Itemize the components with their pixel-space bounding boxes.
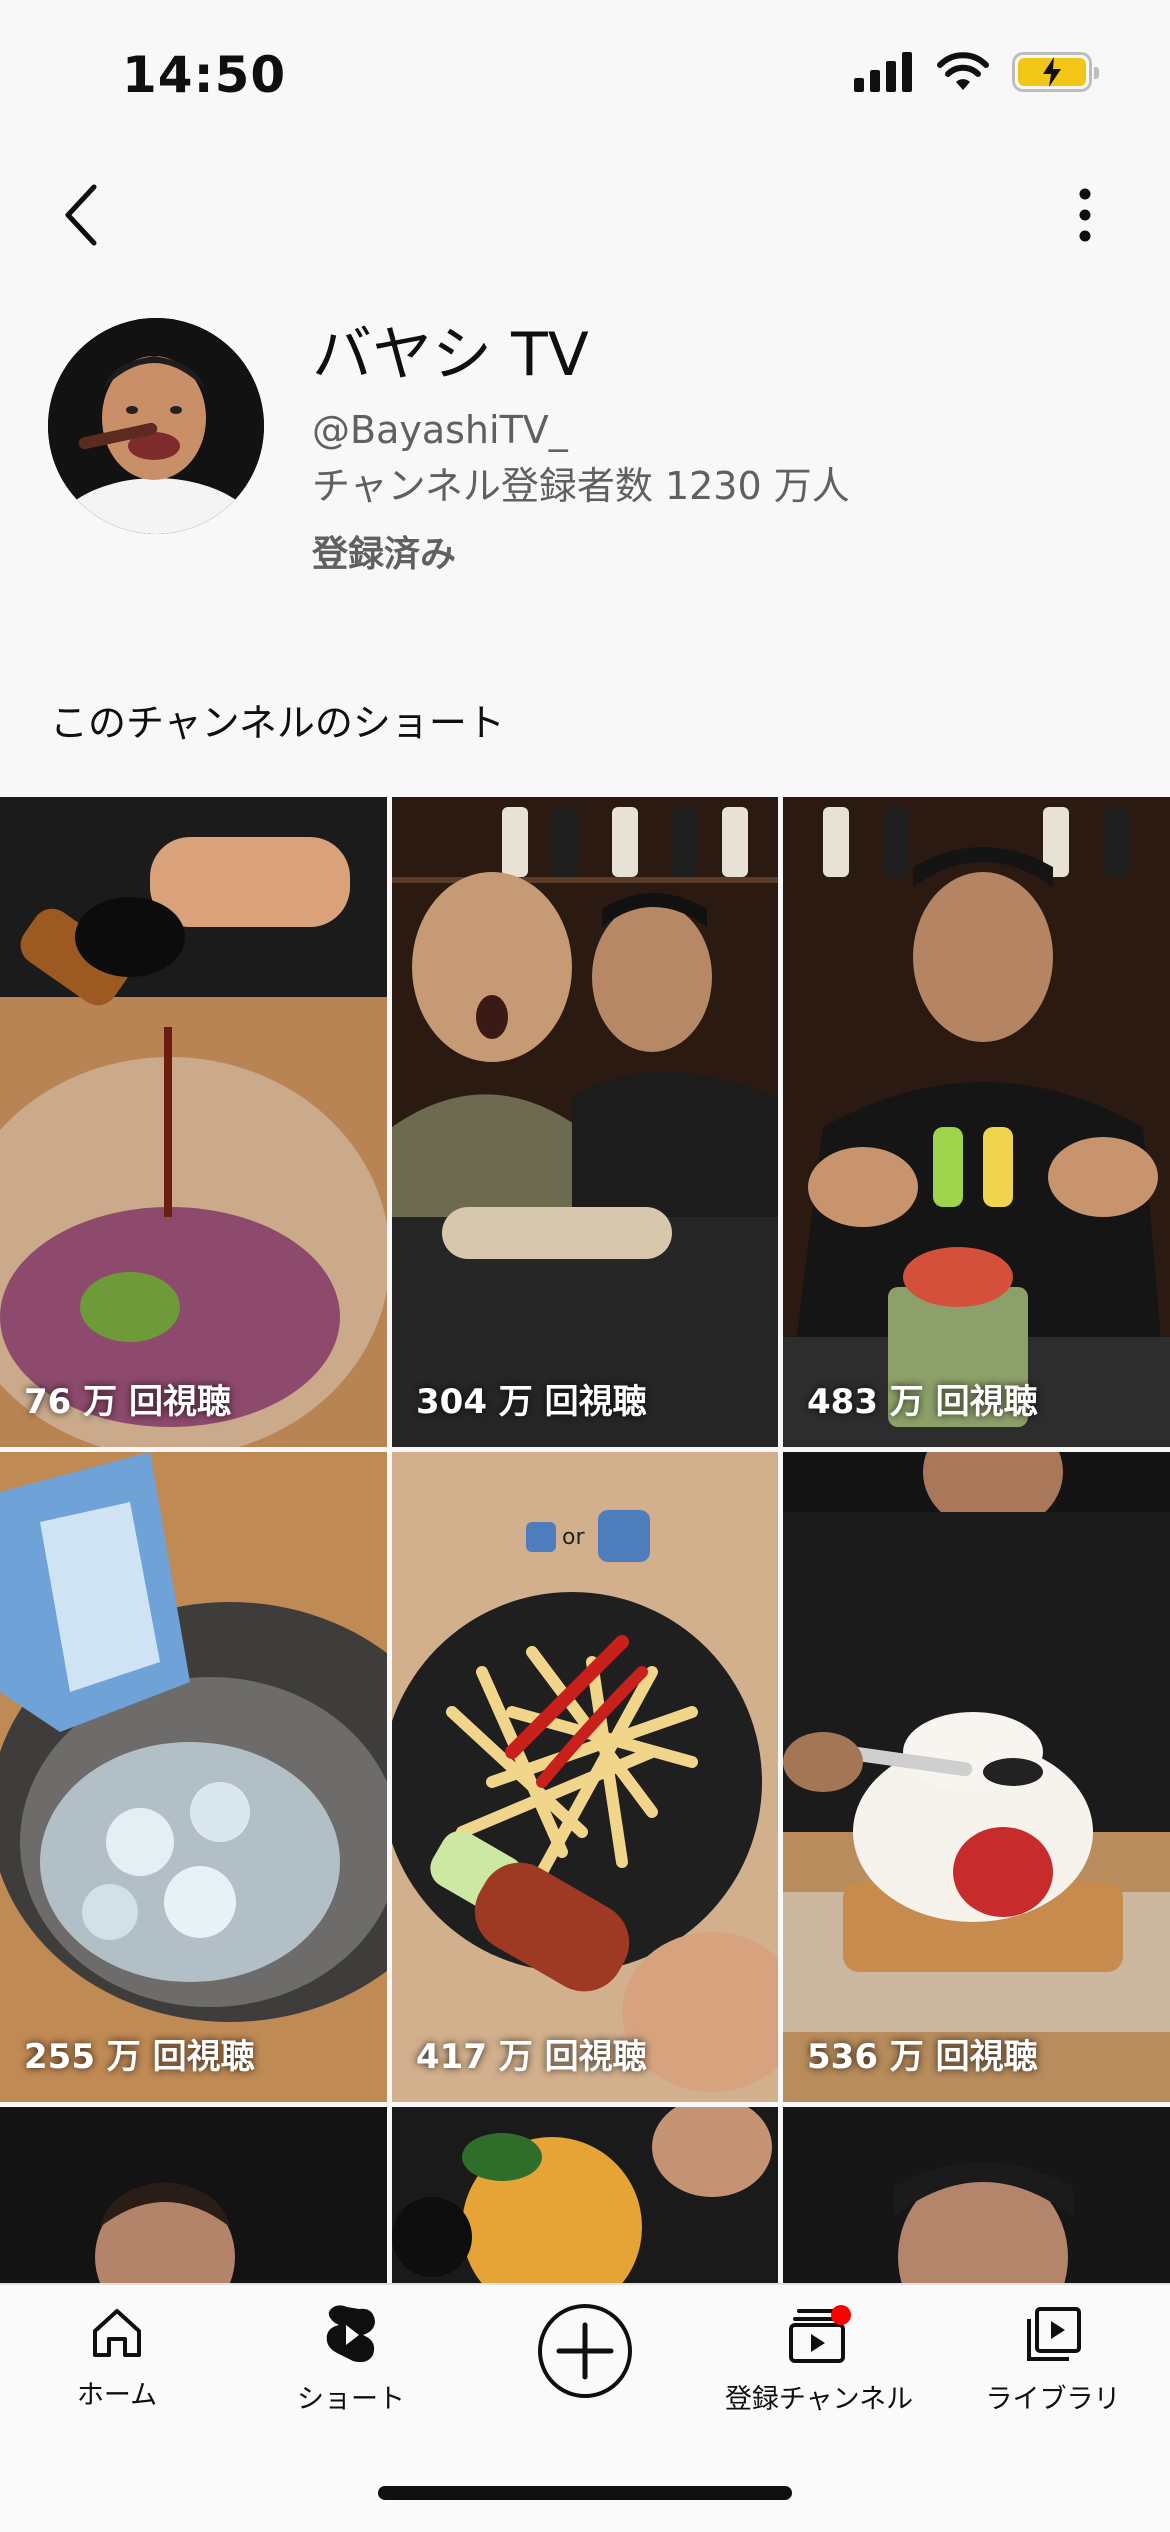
subscribed-button[interactable]: 登録済み bbox=[312, 532, 850, 578]
view-count: 255 万 回視聴 bbox=[24, 2037, 255, 2077]
short-tile[interactable]: 304 万 回視聴 bbox=[392, 797, 778, 1447]
short-tile[interactable]: 76 万 回視聴 bbox=[0, 797, 387, 1447]
channel-name: バヤシ TV bbox=[312, 320, 589, 390]
home-indicator[interactable] bbox=[378, 2486, 792, 2500]
library-icon bbox=[1027, 2307, 1081, 2361]
more-options-button[interactable] bbox=[1050, 175, 1120, 255]
view-count: 76 万 回視聴 bbox=[24, 1382, 231, 1422]
tab-label: ホーム bbox=[76, 2380, 158, 2411]
tab-label: ライブラリ bbox=[985, 2384, 1121, 2415]
cellular-signal-icon bbox=[854, 52, 912, 92]
home-icon bbox=[93, 2309, 141, 2357]
view-count: 536 万 回視聴 bbox=[807, 2037, 1038, 2077]
tab-home[interactable]: ホーム bbox=[0, 2305, 234, 2412]
chevron-left-icon bbox=[65, 184, 97, 246]
view-count: 483 万 回視聴 bbox=[807, 1382, 1038, 1422]
view-count: 304 万 回視聴 bbox=[416, 1382, 647, 1422]
short-tile[interactable] bbox=[783, 2107, 1170, 2287]
vertical-ellipsis-icon bbox=[1079, 188, 1091, 242]
status-icons bbox=[854, 52, 1099, 92]
create-plus-icon bbox=[538, 2304, 632, 2398]
short-tile[interactable]: 483 万 回視聴 bbox=[783, 797, 1170, 1447]
channel-info: バヤシ TV @BayashiTV_ チャンネル登録者数 1230 万人 登録済… bbox=[312, 320, 850, 578]
channel-handle: @BayashiTV_ bbox=[312, 408, 568, 452]
view-count: 417 万 回視聴 bbox=[416, 2037, 647, 2077]
notification-badge bbox=[831, 2305, 851, 2325]
status-bar: 14:50 bbox=[0, 0, 1170, 150]
tab-subscriptions[interactable]: 登録チャンネル bbox=[702, 2305, 936, 2416]
top-nav bbox=[0, 165, 1170, 265]
tab-label: ショート bbox=[297, 2384, 405, 2415]
tab-library[interactable]: ライブラリ bbox=[936, 2305, 1170, 2416]
wifi-icon bbox=[937, 52, 989, 90]
subscriber-count: チャンネル登録者数 1230 万人 bbox=[312, 464, 850, 508]
tile-overlay-text: or bbox=[562, 1525, 585, 1550]
status-time: 14:50 bbox=[122, 46, 287, 104]
short-tile[interactable]: 536 万 回視聴 bbox=[783, 1452, 1170, 2102]
charging-bolt-icon bbox=[1043, 57, 1061, 87]
short-tile[interactable]: 255 万 回視聴 bbox=[0, 1452, 387, 2102]
short-tile[interactable] bbox=[392, 2107, 778, 2287]
back-button[interactable] bbox=[40, 175, 120, 255]
shorts-section-title: このチャンネルのショート bbox=[50, 701, 505, 745]
tab-create[interactable] bbox=[468, 2301, 702, 2401]
shorts-icon bbox=[326, 2305, 375, 2363]
channel-avatar[interactable] bbox=[48, 318, 264, 534]
battery-icon bbox=[1012, 52, 1099, 92]
subscriptions-icon bbox=[789, 2305, 851, 2363]
tab-label: 登録チャンネル bbox=[724, 2384, 914, 2415]
tab-shorts[interactable]: ショート bbox=[234, 2305, 468, 2416]
short-tile[interactable] bbox=[0, 2107, 387, 2287]
short-tile[interactable]: or 417 万 回視聴 bbox=[392, 1452, 778, 2102]
